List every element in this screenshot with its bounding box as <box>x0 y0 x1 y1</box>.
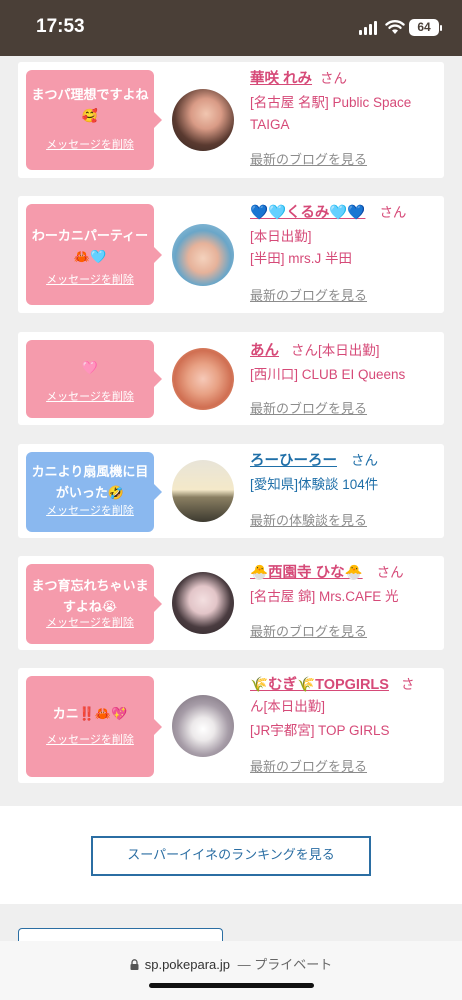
url-display[interactable]: sp.pokepara.jp — プライベート <box>0 954 462 973</box>
message-card: カニ‼️🦀💖 メッセージを削除 🌾むぎ🌾TOPGIRLS さ ん[本日出勤] [J… <box>18 668 444 783</box>
work-status: [本日出勤] <box>318 343 380 358</box>
avatar[interactable] <box>172 224 234 286</box>
honorific: さん <box>376 565 404 580</box>
latest-review-link[interactable]: 最新の体験談を見る <box>250 510 367 529</box>
message-text: 🩷 <box>81 361 99 376</box>
message-card: わーカニパーティー🦀🩵 メッセージを削除 💙🩵くるみ🩵💙 さん [本日出勤] [半… <box>18 196 444 313</box>
message-bubble: カニ‼️🦀💖 メッセージを削除 <box>26 676 162 777</box>
profile-info: 🐣西園寺 ひな🐣 さん [名古屋 錦] Mrs.CAFE 光 <box>250 562 436 608</box>
shop-info: [名古屋 錦] Mrs.CAFE 光 <box>250 589 399 604</box>
profile-info: 華咲 れみ さん [名古屋 名駅] Public Space TAIGA <box>250 68 436 136</box>
avatar[interactable] <box>172 695 234 757</box>
cellular-signal-icon <box>359 21 379 35</box>
latest-blog-link[interactable]: 最新のブログを見る <box>250 621 367 640</box>
delete-message-link[interactable]: メッセージを削除 <box>26 136 154 152</box>
honorific: さん <box>379 205 407 220</box>
lock-icon <box>130 959 139 970</box>
work-status: [本日出勤] <box>250 229 312 244</box>
message-text: まつパ理想ですよね🥰 <box>31 88 149 124</box>
message-text: カニ‼️🦀💖 <box>52 707 128 722</box>
avatar[interactable] <box>172 572 234 634</box>
message-bubble: カニより扇風機に目がいった🤣 メッセージを削除 <box>26 452 162 532</box>
avatar[interactable] <box>172 348 234 410</box>
profile-info: ろーひーろー さん [愛知県]体験談 104件 <box>250 450 436 496</box>
shop-info: [半田] mrs.J 半田 <box>250 251 352 266</box>
delete-message-link[interactable]: メッセージを削除 <box>26 502 154 518</box>
latest-blog-link[interactable]: 最新のブログを見る <box>250 149 367 168</box>
avatar[interactable] <box>172 460 234 522</box>
profile-info: 🌾むぎ🌾TOPGIRLS さ ん[本日出勤] [JR宇都宮] TOP GIRLS <box>250 674 436 742</box>
wifi-icon <box>385 20 405 34</box>
message-card: まつパ理想ですよね🥰 メッセージを削除 華咲 れみ さん [名古屋 名駅] Pub… <box>18 62 444 178</box>
message-bubble: まつパ理想ですよね🥰 メッセージを削除 <box>26 70 162 170</box>
status-time: 17:53 <box>36 16 85 37</box>
battery-icon: 64 <box>409 19 442 36</box>
message-bubble: まつ育忘れちゃいますよね😭 メッセージを削除 <box>26 564 162 644</box>
delete-message-link[interactable]: メッセージを削除 <box>26 388 154 404</box>
message-card: まつ育忘れちゃいますよね😭 メッセージを削除 🐣西園寺 ひな🐣 さん [名古屋 錦… <box>18 556 444 650</box>
honorific: さん <box>291 343 318 358</box>
honorific: さん <box>320 71 348 86</box>
ranking-section: スーパーイイネのランキングを見る <box>0 806 462 904</box>
home-indicator[interactable] <box>149 983 314 988</box>
message-bubble: わーカニパーティー🦀🩵 メッセージを削除 <box>26 204 162 305</box>
shop-info: [西川口] CLUB EI Queens <box>250 367 406 382</box>
latest-blog-link[interactable]: 最新のブログを見る <box>250 398 367 417</box>
private-label: — プライベート <box>237 957 333 972</box>
shop-info: [JR宇都宮] TOP GIRLS <box>250 723 390 738</box>
review-count: [愛知県]体験談 104件 <box>250 477 379 492</box>
message-text: カニより扇風機に目がいった🤣 <box>31 465 149 501</box>
message-text: わーカニパーティー🦀🩵 <box>31 229 149 265</box>
profile-info: 💙🩵くるみ🩵💙 さん [本日出勤] [半田] mrs.J 半田 <box>250 202 436 270</box>
latest-blog-link[interactable]: 最新のブログを見る <box>250 285 367 304</box>
honorific: さん <box>351 453 378 468</box>
profile-info: あん さん[本日出勤] [西川口] CLUB EI Queens <box>250 340 436 386</box>
avatar[interactable] <box>172 89 234 151</box>
work-status: ん[本日出勤] <box>250 699 326 714</box>
shop-info: [名古屋 名駅] Public Space TAIGA <box>250 95 412 132</box>
profile-name-link[interactable]: ろーひーろー <box>250 453 337 469</box>
message-card: 🩷 メッセージを削除 あん さん[本日出勤] [西川口] CLUB EI Quee… <box>18 332 444 425</box>
profile-name-link[interactable]: 🐣西園寺 ひな🐣 <box>250 565 363 581</box>
latest-blog-link[interactable]: 最新のブログを見る <box>250 756 367 775</box>
message-bubble: 🩷 メッセージを削除 <box>26 340 162 418</box>
super-iine-ranking-button[interactable]: スーパーイイネのランキングを見る <box>91 836 371 876</box>
message-card: カニより扇風機に目がいった🤣 メッセージを削除 ろーひーろー さん [愛知県]体験… <box>18 444 444 538</box>
profile-name-link[interactable]: 🌾むぎ🌾TOPGIRLS <box>250 677 389 693</box>
message-text: まつ育忘れちゃいますよね😭 <box>31 579 149 615</box>
profile-name-link[interactable]: 華咲 れみ <box>250 71 312 87</box>
delete-message-link[interactable]: メッセージを削除 <box>26 731 154 747</box>
delete-message-link[interactable]: メッセージを削除 <box>26 614 154 630</box>
browser-url-bar[interactable]: sp.pokepara.jp — プライベート <box>0 941 462 1000</box>
status-bar: 17:53 64 <box>0 0 462 56</box>
profile-name-link[interactable]: 💙🩵くるみ🩵💙 <box>250 205 365 221</box>
honorific: さ <box>400 677 415 692</box>
delete-message-link[interactable]: メッセージを削除 <box>26 271 154 287</box>
profile-name-link[interactable]: あん <box>250 343 279 359</box>
url-domain: sp.pokepara.jp <box>144 957 231 972</box>
